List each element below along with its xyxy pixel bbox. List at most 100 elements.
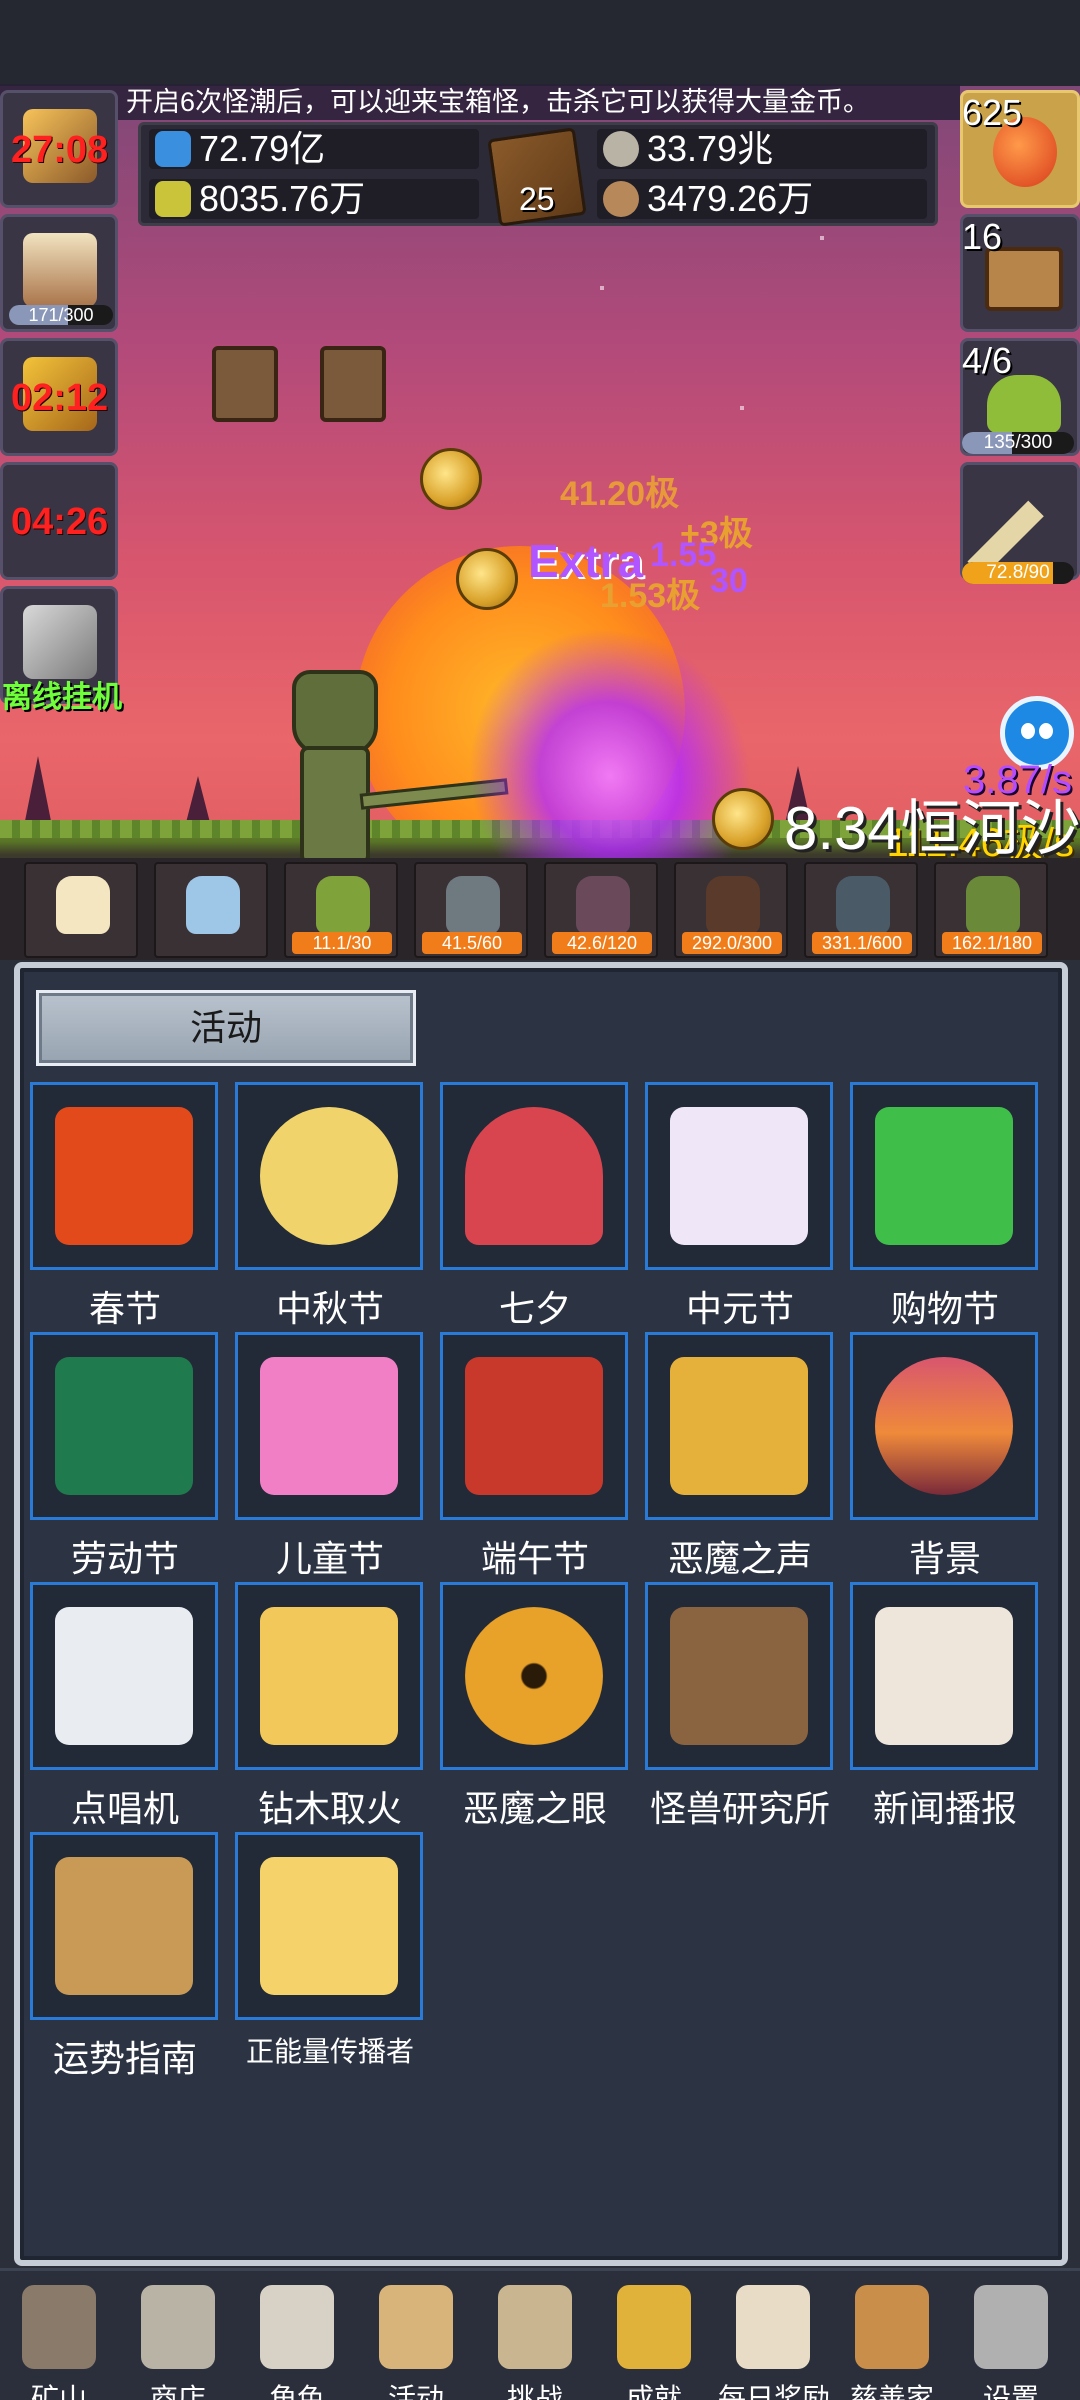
goblin-slot[interactable]: 162.1/180	[934, 862, 1048, 958]
nav-label: 矿山	[30, 2383, 87, 2400]
activity-tile[interactable]	[235, 1082, 423, 1270]
damage-text: 1.53极	[600, 577, 701, 615]
gold-total: 8.34恒河沙	[784, 795, 1080, 862]
nav-label: 挑战	[506, 2383, 563, 2400]
offline-idle-label: 离线挂机	[2, 681, 122, 714]
resource-silver-coin: 33.79兆	[597, 129, 927, 169]
ghoul-slot[interactable]: 331.1/600	[804, 862, 918, 958]
activity-tile[interactable]	[440, 1082, 628, 1270]
activity-tile[interactable]	[235, 1582, 423, 1770]
moon-icon	[260, 1107, 398, 1245]
hero-body	[300, 746, 370, 864]
activity-tile[interactable]	[30, 1832, 218, 2020]
slime-slot[interactable]: 11.1/30	[284, 862, 398, 958]
slime-wave-count: 4/6	[962, 340, 1013, 381]
activity-tile[interactable]	[30, 1332, 218, 1520]
bat-slot[interactable]: 42.6/120	[544, 862, 658, 958]
dragon-mask-icon	[465, 1357, 603, 1495]
candle-icon	[56, 876, 110, 934]
activity-tile-label: 儿童节	[275, 1538, 384, 1579]
activity-tile[interactable]	[440, 1332, 628, 1520]
activity-tile-label: 怪兽研究所	[649, 1788, 830, 1829]
activity-tile-label: 恶魔之眼	[462, 1788, 607, 1829]
lollipop-icon	[260, 1357, 398, 1495]
mimic-chest-icon	[320, 346, 386, 422]
activity-tile[interactable]	[235, 1832, 423, 2020]
silver-coin-icon	[603, 131, 639, 167]
blue-potion-value: 72.79亿	[199, 128, 326, 169]
nav-item[interactable]: 挑战	[480, 2277, 590, 2400]
slime-icon	[987, 375, 1061, 433]
tip-banner: 开启6次怪潮后，可以迎来宝箱怪，击杀它可以获得大量金币。	[0, 84, 960, 120]
gear-nav-icon	[974, 2285, 1048, 2369]
activity-tile[interactable]	[30, 1082, 218, 1270]
activity-tile-label: 七夕	[498, 1288, 571, 1329]
activity-tile-label: 中元节	[685, 1288, 794, 1329]
beer-progress-bar: 171/300	[9, 305, 113, 325]
activity-tile-label: 中秋节	[275, 1288, 384, 1329]
event-timer-button[interactable]: 04:26	[0, 462, 118, 580]
slot-progress-tag: 162.1/180	[942, 932, 1042, 954]
activity-tile[interactable]	[440, 1582, 628, 1770]
resource-blue-potion: 72.79亿	[149, 129, 479, 169]
activity-tile-label: 购物节	[890, 1288, 999, 1329]
coin-icon	[420, 448, 482, 510]
activity-tile[interactable]	[235, 1332, 423, 1520]
resource-seed: 3479.26万	[597, 179, 927, 219]
egg-icon	[186, 876, 240, 934]
zombie-slot[interactable]: 41.5/60	[414, 862, 528, 958]
book-level: 25	[519, 181, 555, 217]
skull-nav-icon	[260, 2285, 334, 2369]
activity-tile-label: 端午节	[480, 1538, 589, 1579]
slot-progress-tag: 42.6/120	[552, 932, 652, 954]
activity-tile[interactable]	[850, 1332, 1038, 1520]
nav-item[interactable]: 每日奖励	[718, 2277, 830, 2400]
timer-text: 02:12	[11, 377, 109, 419]
spider-slot[interactable]: 292.0/300	[674, 862, 788, 958]
activity-tile[interactable]	[30, 1582, 218, 1770]
slot-progress-tag: 331.1/600	[812, 932, 912, 954]
activity-tile-label: 春节	[88, 1288, 161, 1329]
nav-item[interactable]: 角色	[242, 2277, 352, 2400]
sword-progress-bar: 72.8/90	[962, 562, 1074, 584]
sunset-icon	[875, 1357, 1013, 1495]
coin-icon	[456, 548, 518, 610]
goblin-icon	[966, 876, 1020, 934]
timer-text: 04:26	[11, 501, 109, 543]
candle-slot[interactable]	[24, 862, 138, 958]
activity-tile[interactable]	[850, 1582, 1038, 1770]
activity-tile[interactable]	[850, 1082, 1038, 1270]
activity-tile[interactable]	[645, 1332, 833, 1520]
beer-button[interactable]: 171/300	[0, 214, 118, 332]
nav-label: 设置	[982, 2383, 1039, 2400]
slime-progress-bar: 135/300	[962, 432, 1074, 454]
silver-coin-value: 33.79兆	[647, 128, 774, 169]
zombie-icon	[446, 876, 500, 934]
slime-progress-text: 135/300	[983, 432, 1053, 453]
slot-progress-tag: 11.1/30	[292, 932, 392, 954]
scroll-nav-icon	[379, 2285, 453, 2369]
beer-mug-icon	[23, 233, 97, 307]
monster-slot-bar: 11.1/30 41.5/60 42.6/120 292.0/300 331.1/600…	[0, 858, 1080, 960]
activity-tile[interactable]	[645, 1082, 833, 1270]
letter-nav-icon	[736, 2285, 810, 2369]
beer-progress-text: 171/300	[28, 305, 94, 325]
activity-tile-label: 点唱机	[70, 1788, 179, 1829]
egg-slot[interactable]	[154, 862, 268, 958]
activity-tile[interactable]	[645, 1582, 833, 1770]
chest-key-timer-button[interactable]: 02:12	[0, 338, 118, 456]
nav-item[interactable]: 矿山	[4, 2277, 114, 2400]
yellow-potion-icon	[155, 181, 191, 217]
activity-tile-label: 背景	[908, 1538, 981, 1579]
nav-label: 角色	[268, 2383, 325, 2400]
nav-item[interactable]: 成就	[599, 2277, 709, 2400]
lab-crate-icon	[670, 1607, 808, 1745]
nav-item[interactable]: 活动	[361, 2277, 471, 2400]
nav-item[interactable]: 设置	[956, 2277, 1066, 2400]
torch-timer-button[interactable]: 27:08	[0, 90, 118, 208]
star	[820, 236, 824, 240]
torch-icon	[260, 1607, 398, 1745]
nav-item[interactable]: 商店	[123, 2277, 233, 2400]
map-nav-icon	[498, 2285, 572, 2369]
nav-item[interactable]: 慈善家	[837, 2277, 947, 2400]
